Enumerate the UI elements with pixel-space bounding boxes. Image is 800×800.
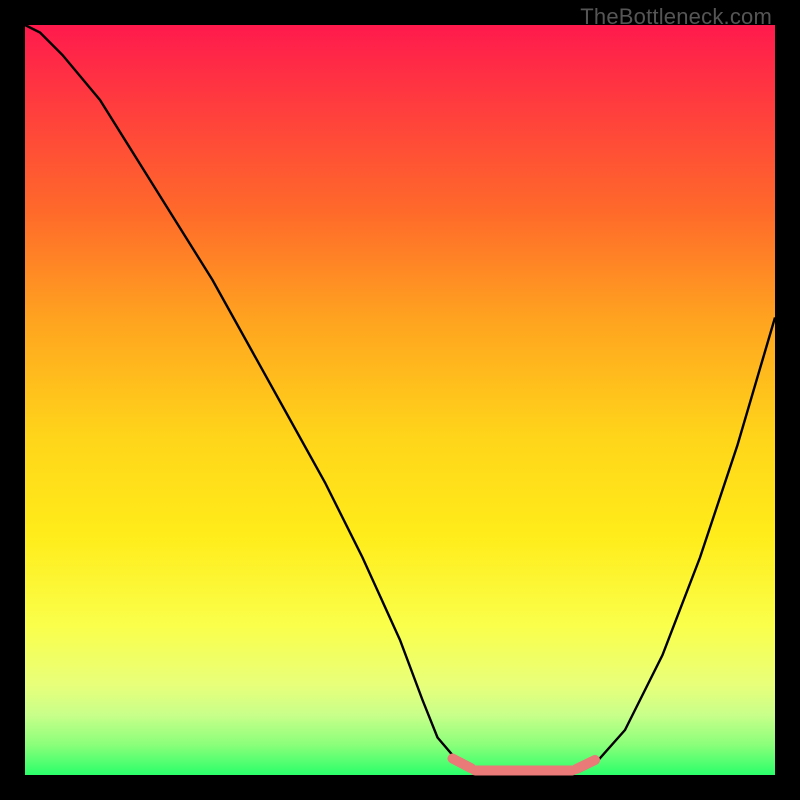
bottom-highlight: [453, 759, 596, 771]
chart-canvas: TheBottleneck.com: [0, 0, 800, 800]
chart-svg: [25, 25, 775, 775]
watermark-text: TheBottleneck.com: [580, 4, 772, 30]
curve-right: [580, 318, 775, 772]
curve-left: [25, 25, 475, 771]
